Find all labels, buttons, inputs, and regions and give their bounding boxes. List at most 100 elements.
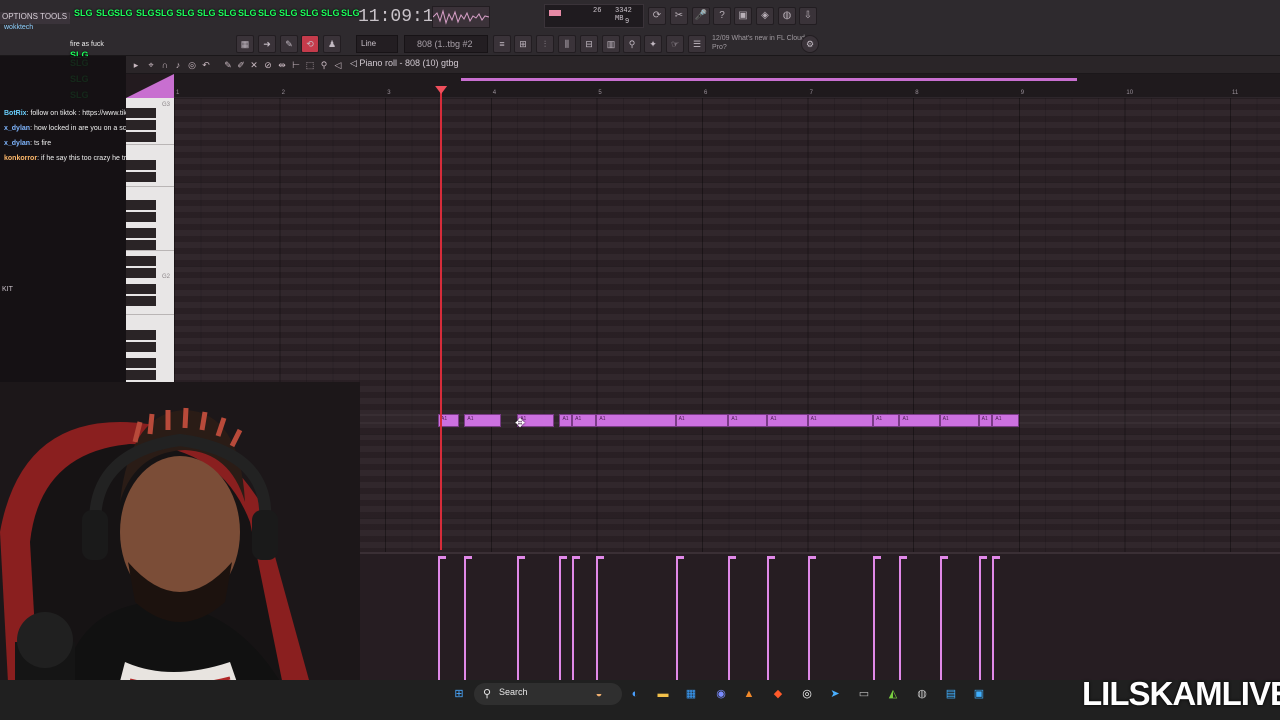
velocity-bar[interactable]: [807, 558, 810, 680]
mute-tool-icon[interactable]: ⊘: [262, 59, 274, 71]
menu-arrow-icon[interactable]: ▸: [130, 59, 142, 71]
download-icon[interactable]: ⇩: [799, 7, 817, 25]
tool-icon[interactable]: ✦: [644, 35, 662, 53]
target-icon[interactable]: ◎: [186, 59, 198, 71]
black-key[interactable]: [126, 200, 156, 210]
playback-tool-icon[interactable]: ◁: [332, 59, 344, 71]
plugin-icon[interactable]: ▥: [602, 35, 620, 53]
black-key[interactable]: [126, 132, 156, 142]
velocity-bar[interactable]: [675, 558, 678, 680]
piano-roll-icon[interactable]: ▦: [236, 35, 254, 53]
select-tool-icon[interactable]: ⬚: [304, 59, 316, 71]
snap-icon[interactable]: ∩: [159, 59, 171, 71]
brave-icon[interactable]: ◆: [769, 685, 787, 703]
note-block[interactable]: A1: [596, 414, 676, 427]
brush-tool-icon[interactable]: ✐: [235, 59, 247, 71]
list-icon[interactable]: ☰: [688, 35, 706, 53]
velocity-handle[interactable]: [728, 556, 737, 559]
velocity-bar[interactable]: [559, 558, 562, 680]
save-icon[interactable]: ▣: [734, 7, 752, 25]
note-icon[interactable]: ♪: [172, 59, 184, 71]
copilot-icon[interactable]: ◐: [626, 685, 644, 703]
stamp-icon[interactable]: ♟: [323, 35, 341, 53]
browser-icon[interactable]: ⊟: [580, 35, 598, 53]
note-block[interactable]: A1: [992, 414, 1019, 427]
app-icon[interactable]: ▭: [855, 685, 873, 703]
discord-icon[interactable]: ◉: [712, 685, 730, 703]
black-key[interactable]: [126, 284, 156, 294]
note-block[interactable]: A1: [767, 414, 808, 427]
channel-rack-icon[interactable]: ⊞: [514, 35, 532, 53]
piano-roll-window-icon[interactable]: ⫼: [558, 35, 576, 53]
pencil-tool-icon[interactable]: ✎: [222, 59, 234, 71]
velocity-handle[interactable]: [767, 556, 776, 559]
note-block[interactable]: A1: [978, 414, 993, 427]
note-block[interactable]: A1: [675, 414, 729, 427]
black-key[interactable]: [126, 358, 156, 368]
mic-icon[interactable]: ⚲: [623, 35, 641, 53]
velocity-bar[interactable]: [978, 558, 981, 680]
playhead-line[interactable]: [440, 88, 443, 550]
velocity-bar[interactable]: [464, 558, 467, 680]
delete-tool-icon[interactable]: ✕: [248, 59, 260, 71]
zoom-tool-icon[interactable]: ⚲: [318, 59, 330, 71]
steam-icon[interactable]: ➤: [826, 685, 844, 703]
gear-icon[interactable]: ⚙: [801, 35, 819, 53]
video-app-icon[interactable]: ◍: [913, 685, 931, 703]
black-key[interactable]: [126, 342, 156, 352]
note-block[interactable]: A1: [873, 414, 900, 427]
velocity-bar[interactable]: [992, 558, 995, 680]
windows-start-icon[interactable]: ⊞: [450, 685, 468, 703]
velocity-bar[interactable]: [517, 558, 520, 680]
menu-bar[interactable]: OPTIONS TOOLS HEL: [0, 12, 70, 24]
chat-icon[interactable]: ◍: [778, 7, 796, 25]
slip-tool-icon[interactable]: ⇹: [276, 59, 288, 71]
velocity-handle[interactable]: [572, 556, 581, 559]
note-block[interactable]: A1: [572, 414, 597, 427]
help-button[interactable]: ?: [713, 7, 731, 25]
magnet-icon[interactable]: ⌖: [145, 59, 157, 71]
note-block[interactable]: A1: [939, 414, 979, 427]
touch-icon[interactable]: ☞: [666, 35, 684, 53]
velocity-handle[interactable]: [939, 556, 948, 559]
velocity-handle[interactable]: [464, 556, 473, 559]
note-block[interactable]: A1: [899, 414, 940, 427]
velocity-bar[interactable]: [767, 558, 770, 680]
velocity-handle[interactable]: [596, 556, 605, 559]
playlist-icon[interactable]: ≡: [493, 35, 511, 53]
black-key[interactable]: [126, 228, 156, 238]
velocity-bar[interactable]: [572, 558, 575, 680]
link-icon[interactable]: ⟲: [301, 35, 319, 53]
chrome-icon[interactable]: ◎: [798, 685, 816, 703]
black-key[interactable]: [126, 160, 156, 170]
black-key[interactable]: [126, 240, 156, 250]
velocity-handle[interactable]: [559, 556, 568, 559]
cut-button[interactable]: ✂: [670, 7, 688, 25]
whats-new-notice[interactable]: 12/09 What's new in FL Cloud Pro?: [712, 34, 810, 54]
note-block[interactable]: A1: [807, 414, 874, 427]
note-block[interactable]: A1: [559, 414, 573, 427]
black-key[interactable]: [126, 172, 156, 182]
velocity-handle[interactable]: [517, 556, 526, 559]
snap-select[interactable]: Line: [356, 35, 398, 53]
black-key[interactable]: [126, 256, 156, 266]
velocity-bar[interactable]: [939, 558, 942, 680]
fl-studio-icon[interactable]: ▲: [740, 685, 758, 703]
photos-icon[interactable]: ▣: [970, 685, 988, 703]
velocity-bar[interactable]: [438, 558, 440, 680]
velocity-handle[interactable]: [807, 556, 816, 559]
loop-region-bar[interactable]: [461, 78, 1077, 81]
black-key[interactable]: [126, 296, 156, 306]
note-block[interactable]: A1: [728, 414, 768, 427]
black-key[interactable]: [126, 370, 156, 380]
black-key[interactable]: [126, 268, 156, 278]
velocity-bar[interactable]: [899, 558, 902, 680]
black-key[interactable]: [126, 108, 156, 118]
velocity-handle[interactable]: [438, 556, 446, 559]
store-icon[interactable]: ▦: [682, 685, 700, 703]
velocity-bar[interactable]: [873, 558, 876, 680]
velocity-handle[interactable]: [992, 556, 1001, 559]
undo-icon[interactable]: ↶: [200, 59, 212, 71]
note-block[interactable]: A1: [464, 414, 502, 427]
velocity-bar[interactable]: [728, 558, 731, 680]
